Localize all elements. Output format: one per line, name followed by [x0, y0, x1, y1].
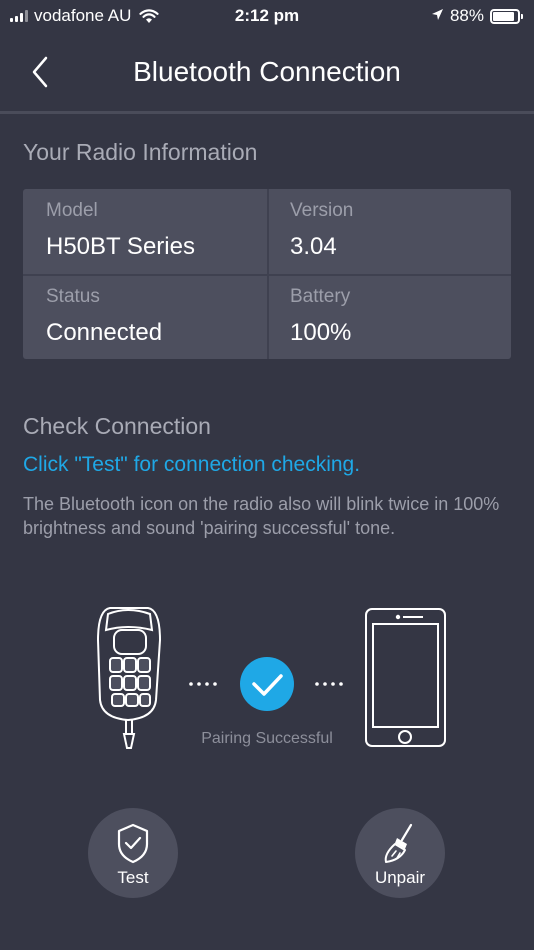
model-value: H50BT Series	[46, 233, 195, 260]
version-cell: Version 3.04	[267, 189, 511, 274]
model-cell: Model H50BT Series	[23, 189, 267, 274]
broom-icon	[384, 823, 413, 863]
shield-check-icon	[117, 823, 149, 864]
radio-mic-icon	[96, 607, 162, 749]
battery-value: 100%	[290, 319, 352, 346]
battery-label: Battery	[290, 286, 351, 307]
connection-dots-left	[189, 682, 217, 686]
connection-dots-right	[315, 682, 343, 686]
pairing-status-text: Pairing Successful	[201, 730, 333, 747]
unpair-button[interactable]: Unpair	[355, 808, 445, 898]
status-bar: vodafone AU 2:12 pm 88%	[0, 0, 534, 32]
page-title: Bluetooth Connection	[133, 56, 401, 87]
battery-icon	[490, 8, 523, 24]
test-button[interactable]: Test	[88, 808, 178, 898]
nav-divider	[0, 111, 534, 114]
nav-bar: Bluetooth Connection	[0, 40, 534, 110]
version-label: Version	[290, 200, 354, 221]
test-instruction-link[interactable]: Click "Test" for connection checking.	[23, 453, 360, 477]
phone-icon	[365, 608, 446, 747]
location-icon	[431, 6, 444, 26]
unpair-button-label: Unpair	[374, 868, 426, 887]
battery-percent: 88%	[449, 6, 484, 25]
check-connection-heading: Check Connection	[23, 413, 211, 439]
status-label: Status	[46, 286, 100, 307]
version-value: 3.04	[290, 233, 337, 260]
model-label: Model	[46, 200, 98, 221]
status-value: Connected	[46, 319, 163, 346]
check-description: The Bluetooth icon on the radio also wil…	[23, 494, 500, 538]
status-cell: Status Connected	[23, 275, 267, 359]
battery-cell: Battery 100%	[267, 275, 511, 359]
radio-info-heading: Your Radio Information	[23, 139, 258, 165]
check-icon	[240, 657, 294, 711]
radio-info-card: Model H50BT Series Version 3.04 Status C…	[23, 189, 511, 359]
card-horizontal-divider	[23, 274, 511, 276]
test-button-label: Test	[117, 868, 149, 887]
